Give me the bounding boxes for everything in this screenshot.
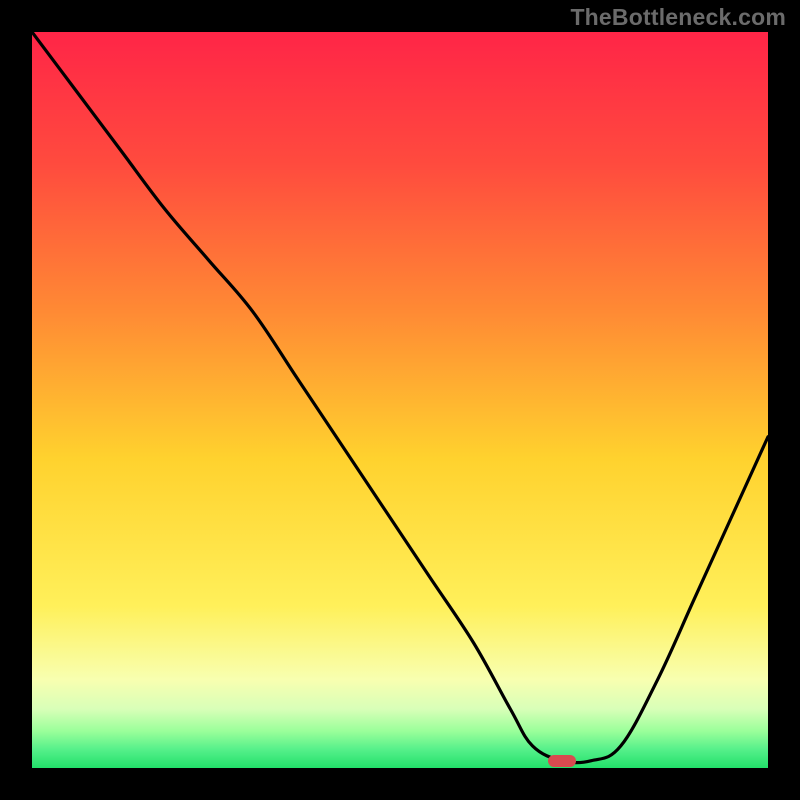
watermark-text: TheBottleneck.com (570, 4, 786, 31)
chart-frame: TheBottleneck.com (0, 0, 800, 800)
heatmap-gradient (32, 32, 768, 768)
